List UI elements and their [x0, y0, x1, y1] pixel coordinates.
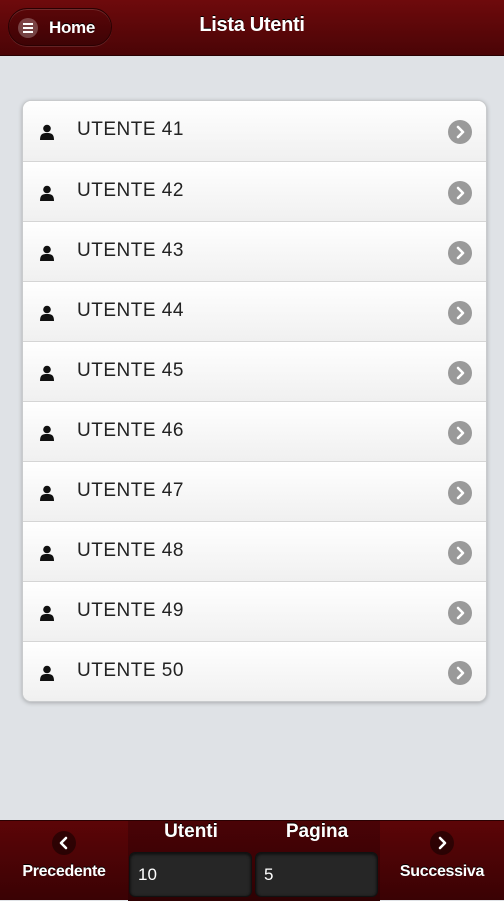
header-bar: Home Lista Utenti	[0, 0, 504, 56]
user-list-item[interactable]: UTENTE 50	[23, 641, 486, 701]
chevron-left-icon	[52, 831, 76, 855]
user-name: UTENTE 50	[77, 660, 184, 681]
arrow-right-icon	[448, 301, 472, 325]
arrow-right-icon	[448, 601, 472, 625]
user-list-item[interactable]: UTENTE 46	[23, 401, 486, 461]
user-icon	[40, 305, 54, 321]
user-icon	[40, 605, 54, 621]
user-icon	[40, 545, 54, 561]
previous-button[interactable]: Precedente	[0, 821, 128, 901]
user-icon	[40, 485, 54, 501]
previous-button-label: Precedente	[22, 863, 106, 880]
user-list: UTENTE 41 UTENTE 42 UTENTE 43 UTENTE 44 UTEN…	[22, 100, 487, 702]
users-per-page-input[interactable]	[129, 852, 252, 897]
user-icon	[40, 124, 54, 140]
users-per-page-label: Utenti	[164, 821, 218, 842]
user-list-item[interactable]: UTENTE 43	[23, 221, 486, 281]
user-name: UTENTE 47	[77, 480, 184, 501]
user-list-item[interactable]: UTENTE 45	[23, 341, 486, 401]
arrow-right-icon	[448, 120, 472, 144]
user-list-item[interactable]: UTENTE 47	[23, 461, 486, 521]
user-name: UTENTE 45	[77, 360, 184, 381]
user-list-item[interactable]: UTENTE 48	[23, 521, 486, 581]
user-name: UTENTE 48	[77, 540, 184, 561]
page-number-label: Pagina	[285, 821, 349, 842]
user-name: UTENTE 41	[77, 119, 184, 140]
arrow-right-icon	[448, 361, 472, 385]
arrow-right-icon	[448, 421, 472, 445]
user-name: UTENTE 44	[77, 300, 184, 321]
arrow-right-icon	[448, 481, 472, 505]
user-list-item[interactable]: UTENTE 42	[23, 161, 486, 221]
user-icon	[40, 665, 54, 681]
page-number-input[interactable]	[255, 852, 378, 897]
pagination-fields: Utenti Pagina	[128, 821, 380, 901]
user-name: UTENTE 46	[77, 420, 184, 441]
arrow-right-icon	[448, 181, 472, 205]
user-name: UTENTE 43	[77, 240, 184, 261]
user-name: UTENTE 49	[77, 600, 184, 621]
arrow-right-icon	[448, 541, 472, 565]
chevron-right-icon	[430, 831, 454, 855]
page-title: Lista Utenti	[199, 14, 305, 36]
user-list-item[interactable]: UTENTE 41	[23, 101, 486, 161]
footer-bar: Precedente Utenti Pagina Successiva	[0, 820, 504, 901]
arrow-right-icon	[448, 241, 472, 265]
user-icon	[40, 365, 54, 381]
user-list-item[interactable]: UTENTE 44	[23, 281, 486, 341]
user-icon	[40, 425, 54, 441]
arrow-right-icon	[448, 661, 472, 685]
next-button-label: Successiva	[399, 863, 485, 880]
user-name: UTENTE 42	[77, 180, 184, 201]
user-icon	[40, 245, 54, 261]
user-icon	[40, 185, 54, 201]
next-button[interactable]: Successiva	[380, 821, 504, 901]
user-list-item[interactable]: UTENTE 49	[23, 581, 486, 641]
